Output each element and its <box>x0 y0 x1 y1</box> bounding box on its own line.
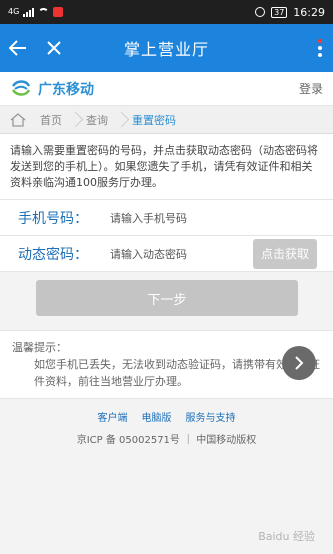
phone-label: 手机号码： <box>18 210 88 227</box>
home-icon[interactable] <box>10 112 26 127</box>
breadcrumb-home[interactable]: 首页 <box>32 112 70 128</box>
dynamic-code-label: 动态密码： <box>18 246 88 263</box>
chevron-right-icon[interactable] <box>282 346 316 380</box>
network-type: 4G <box>8 7 20 16</box>
breadcrumb: 首页 查询 重置密码 <box>0 106 333 134</box>
back-arrow-icon[interactable] <box>0 24 36 72</box>
status-right: 37 16:29 <box>255 6 325 19</box>
breadcrumb-reset-password: 重置密码 <box>132 113 176 127</box>
footer-links: 客户端 电脑版 服务与支持 <box>0 409 333 424</box>
china-mobile-logo-icon <box>11 79 31 96</box>
copyright: 京ICP 备 05002571号 ｜ 中国移动版权 <box>76 435 257 446</box>
title-bar: 掌上营业厅 <box>0 24 333 72</box>
breadcrumb-separator <box>116 106 124 134</box>
breadcrumb-query[interactable]: 查询 <box>78 112 116 128</box>
tips-title: 温馨提示： <box>12 341 67 354</box>
wifi-icon <box>38 8 50 16</box>
footer-link-client[interactable]: 客户端 <box>98 409 128 424</box>
breadcrumb-separator <box>70 106 78 134</box>
dynamic-code-row: 动态密码： 请输入动态密码 点击获取 <box>0 236 333 272</box>
close-icon[interactable] <box>36 24 72 72</box>
more-vertical-icon[interactable] <box>315 36 325 60</box>
instruction-text: 请输入需要重置密码的号码，并点击获取动态密码（动态密码将发送到您的手机上）。如果… <box>0 134 333 200</box>
tips-body: 如您手机已丢失，无法收到动态验证码，请携带有效身份证件资料，前往当地营业厅办理。 <box>34 358 320 388</box>
brand-bar: 广东移动 登录 <box>0 72 333 106</box>
signal-icon <box>23 7 35 17</box>
brand-name: 广东移动 <box>38 81 94 98</box>
next-step-button[interactable]: 下一步 <box>36 280 298 316</box>
next-button-area: 下一步 <box>0 272 333 322</box>
dynamic-code-input[interactable]: 请输入动态密码 <box>110 246 253 262</box>
footer-link-support[interactable]: 服务与支持 <box>186 409 236 424</box>
reset-form: 手机号码： 请输入手机号码 动态密码： 请输入动态密码 点击获取 <box>0 200 333 272</box>
alarm-icon <box>255 7 266 17</box>
phone-row: 手机号码： 请输入手机号码 <box>0 200 333 236</box>
footer: 客户端 电脑版 服务与支持 京ICP 备 05002571号 ｜ 中国移动版权 <box>0 399 333 446</box>
watermark: Baidu 经验 <box>258 530 315 543</box>
clock: 16:29 <box>293 5 325 19</box>
brand[interactable]: 广东移动 <box>10 78 94 100</box>
phone-input[interactable]: 请输入手机号码 <box>110 210 333 226</box>
footer-link-desktop[interactable]: 电脑版 <box>142 409 172 424</box>
status-left: 4G <box>8 7 64 17</box>
get-code-button[interactable]: 点击获取 <box>253 238 317 269</box>
app-notification-icon <box>53 7 64 17</box>
login-link[interactable]: 登录 <box>299 80 323 97</box>
status-bar: 4G 37 16:29 <box>0 0 333 24</box>
battery-icon: 37 <box>271 6 288 18</box>
